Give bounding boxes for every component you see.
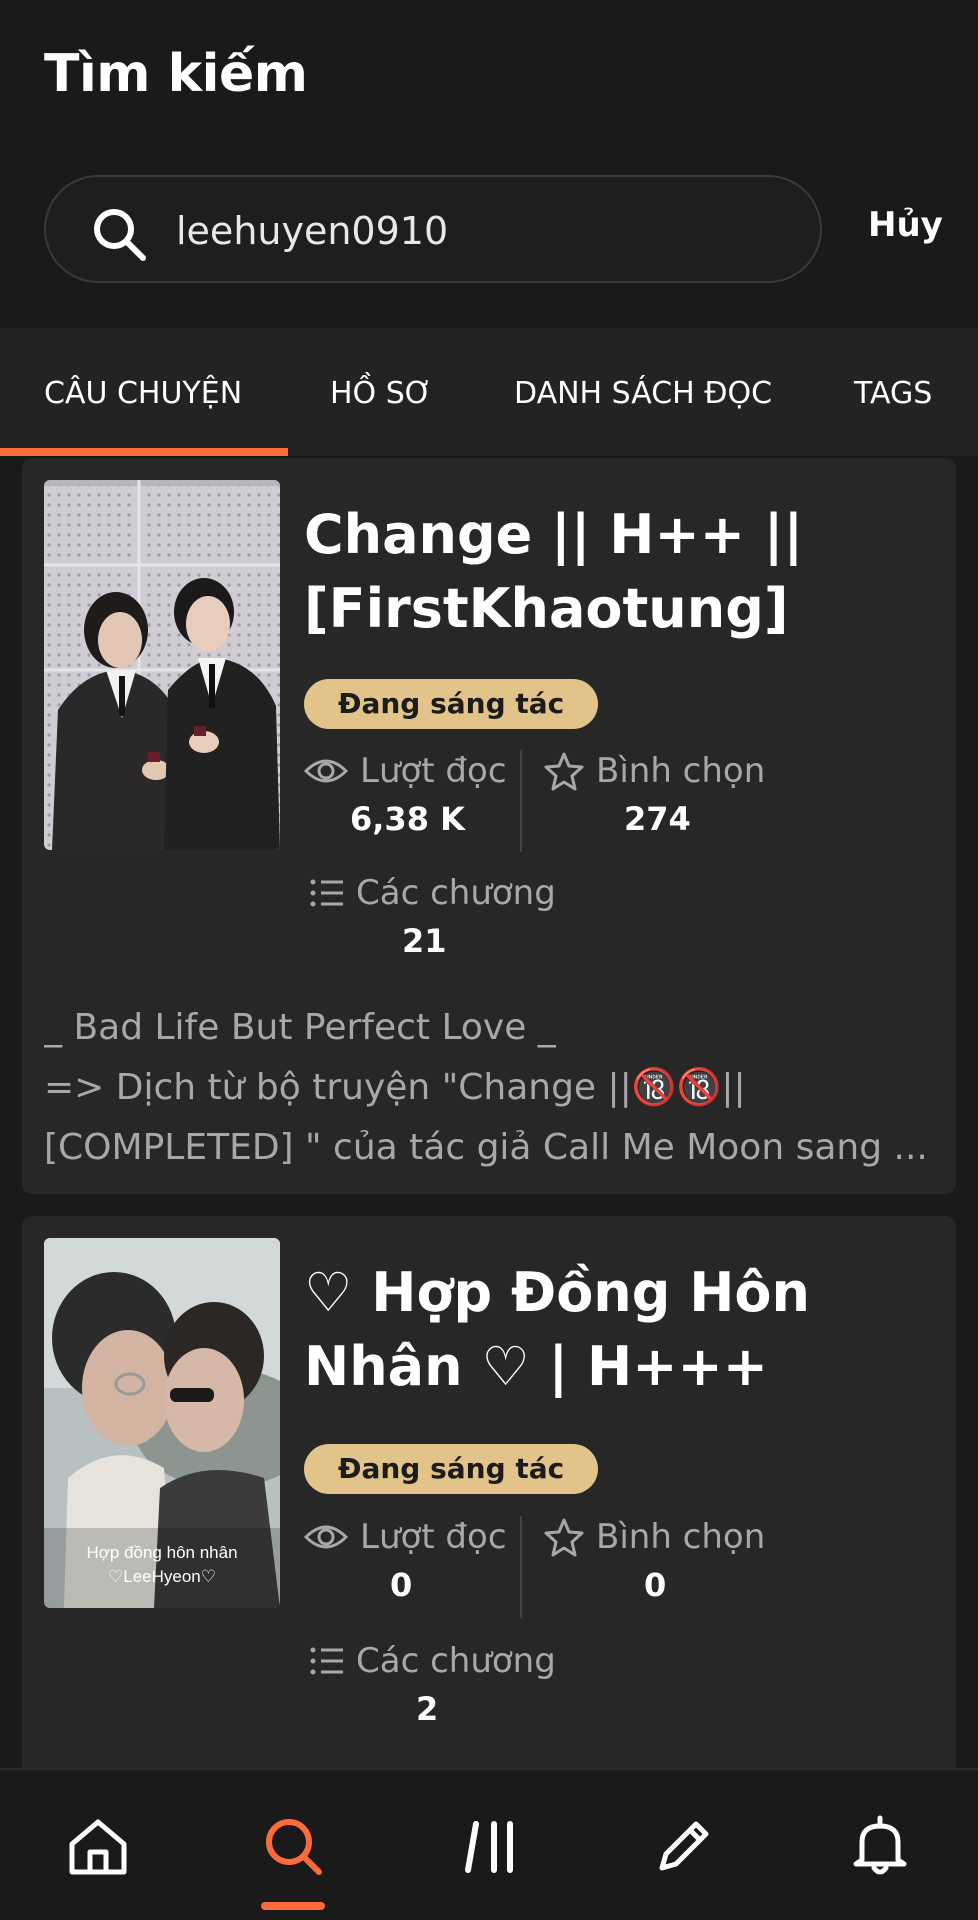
tab-profiles[interactable]: HỒ SƠ bbox=[330, 376, 432, 411]
active-nav-indicator bbox=[261, 1902, 325, 1910]
page-title: Tìm kiếm bbox=[44, 44, 308, 104]
reads-count: 6,38 K bbox=[350, 800, 465, 838]
search-bar[interactable] bbox=[44, 175, 822, 283]
bell-icon bbox=[853, 1815, 907, 1875]
status-badge: Đang sáng tác bbox=[304, 679, 599, 729]
home-icon bbox=[69, 1819, 127, 1875]
stat-divider bbox=[520, 1516, 522, 1618]
active-tab-indicator bbox=[0, 448, 288, 456]
description-line: => Dịch từ bộ truyện "Change ||🔞🔞|| bbox=[44, 1067, 746, 1108]
story-title[interactable]: ♡ Hợp Đồng Hôn Nhân ♡ | H+++ bbox=[304, 1256, 934, 1404]
bottom-navigation bbox=[0, 1768, 978, 1920]
header: Tìm kiếm Hủy bbox=[0, 0, 978, 328]
reads-stat: Lượt đọc 6,38 K bbox=[304, 748, 544, 838]
nav-search[interactable] bbox=[261, 1814, 325, 1878]
description-line: [COMPLETED] " của tác giả Call Me Moon s… bbox=[44, 1127, 928, 1168]
nav-write[interactable] bbox=[652, 1814, 716, 1878]
reads-label: Lượt đọc bbox=[360, 1517, 507, 1557]
chapters-label: Các chương bbox=[356, 1641, 556, 1681]
chapters-label: Các chương bbox=[356, 873, 556, 913]
star-icon bbox=[544, 1518, 584, 1557]
tab-tags[interactable]: TAGS bbox=[854, 376, 932, 411]
tab-bar: CÂU CHUYỆN HỒ SƠ DANH SÁCH ĐỌC TAGS bbox=[0, 328, 978, 456]
reads-label: Lượt đọc bbox=[360, 751, 507, 791]
tab-reading-lists[interactable]: DANH SÁCH ĐỌC bbox=[514, 376, 772, 411]
stat-divider bbox=[520, 750, 522, 852]
nav-home[interactable] bbox=[66, 1814, 130, 1878]
cancel-button[interactable]: Hủy bbox=[868, 205, 943, 245]
votes-stat: Bình chọn 0 bbox=[544, 1514, 784, 1604]
cover-caption: ♡LeeHyeon♡ bbox=[108, 1567, 216, 1586]
eye-icon bbox=[304, 759, 348, 783]
story-card[interactable]: Change || H++ || [FirstKhaotung] Đang sá… bbox=[22, 458, 956, 1194]
story-results-list[interactable]: Change || H++ || [FirstKhaotung] Đang sá… bbox=[0, 456, 978, 1768]
votes-label: Bình chọn bbox=[596, 751, 766, 791]
nav-library[interactable] bbox=[460, 1814, 524, 1878]
story-title[interactable]: Change || H++ || [FirstKhaotung] bbox=[304, 498, 934, 646]
chapters-count: 21 bbox=[402, 922, 447, 960]
star-icon bbox=[544, 752, 584, 791]
votes-label: Bình chọn bbox=[596, 1517, 766, 1557]
search-icon bbox=[266, 1819, 322, 1875]
story-card[interactable]: Hợp đồng hôn nhân ♡LeeHyeon♡ ♡ Hợp Đồng … bbox=[22, 1216, 956, 1768]
cover-caption: Hợp đồng hôn nhân bbox=[86, 1543, 237, 1562]
reads-stat: Lượt đọc 0 bbox=[304, 1514, 544, 1604]
chapters-count: 2 bbox=[416, 1690, 439, 1728]
list-icon bbox=[310, 1647, 343, 1675]
story-cover-image[interactable]: Hợp đồng hôn nhân ♡LeeHyeon♡ bbox=[44, 1238, 280, 1608]
votes-count: 0 bbox=[644, 1566, 667, 1604]
story-description: _ Bad Life But Perfect Love _ => Dịch từ… bbox=[44, 998, 944, 1178]
description-line: _ Bad Life But Perfect Love _ bbox=[44, 1007, 556, 1048]
reads-count: 0 bbox=[390, 1566, 413, 1604]
chapters-stat: Các chương 21 bbox=[310, 870, 556, 960]
nav-notifications[interactable] bbox=[848, 1814, 912, 1878]
eye-icon bbox=[304, 1525, 348, 1549]
votes-stat: Bình chọn 274 bbox=[544, 748, 784, 838]
library-icon bbox=[465, 1821, 513, 1873]
list-icon bbox=[310, 879, 343, 907]
chapters-stat: Các chương 2 bbox=[310, 1638, 556, 1728]
tab-stories[interactable]: CÂU CHUYỆN bbox=[44, 376, 242, 411]
search-input[interactable] bbox=[176, 201, 776, 261]
search-icon bbox=[94, 209, 146, 261]
pencil-icon bbox=[659, 1821, 709, 1871]
story-cover-image[interactable] bbox=[44, 480, 280, 850]
votes-count: 274 bbox=[624, 800, 691, 838]
status-badge: Đang sáng tác bbox=[304, 1444, 599, 1494]
